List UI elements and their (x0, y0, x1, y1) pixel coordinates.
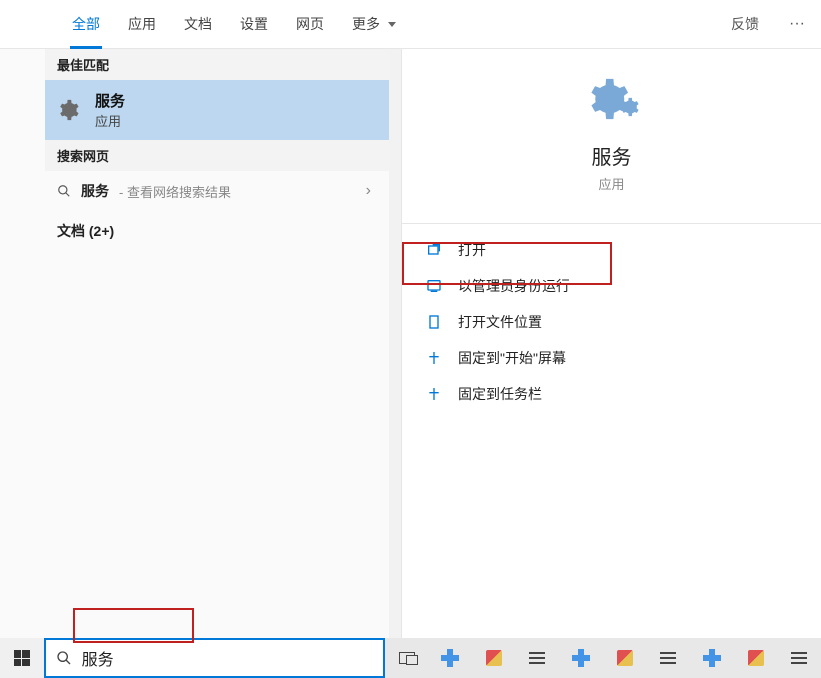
taskbar-app[interactable] (734, 638, 778, 678)
lines-icon (529, 652, 545, 664)
app-icon (748, 650, 764, 666)
web-search-result[interactable]: 服务 - 查看网络搜索结果 › (45, 171, 389, 211)
divider (402, 223, 821, 224)
tab-all[interactable]: 全部 (58, 0, 114, 49)
preview-panel: 服务 应用 打开 以管理员身份运行 打开文件位置 固定到"开始"屏幕 (401, 49, 821, 638)
action-open-label: 打开 (458, 240, 486, 260)
tab-settings[interactable]: 设置 (226, 0, 282, 49)
chevron-right-icon: › (366, 182, 371, 200)
search-input[interactable] (82, 649, 373, 667)
taskbar-app[interactable] (428, 638, 472, 678)
taskbar-app[interactable] (603, 638, 647, 678)
more-options-icon[interactable]: ··· (773, 15, 821, 33)
search-content: 最佳匹配 服务 应用 搜索网页 服务 - 查看网络搜索结果 › 文档 (2+) (0, 49, 821, 638)
results-panel: 最佳匹配 服务 应用 搜索网页 服务 - 查看网络搜索结果 › 文档 (2+) (0, 49, 389, 638)
search-icon (56, 650, 72, 666)
web-term: 服务 (81, 181, 109, 201)
tab-web[interactable]: 网页 (282, 0, 338, 49)
best-match-header: 最佳匹配 (45, 49, 389, 80)
best-match-text: 服务 应用 (95, 90, 125, 130)
open-icon (426, 242, 442, 258)
search-web-header: 搜索网页 (45, 140, 389, 171)
preview-subtitle: 应用 (402, 174, 821, 193)
gear-icon (619, 97, 639, 117)
taskbar-app[interactable] (472, 638, 516, 678)
action-open[interactable]: 打开 (402, 232, 821, 268)
web-suffix: - 查看网络搜索结果 (119, 182, 231, 201)
gear-icon (57, 99, 79, 121)
best-match-result[interactable]: 服务 应用 (45, 80, 389, 140)
task-view-button[interactable] (385, 638, 429, 678)
taskbar-app[interactable] (516, 638, 560, 678)
action-pin-taskbar[interactable]: 固定到任务栏 (402, 376, 821, 412)
action-run-admin[interactable]: 以管理员身份运行 (402, 268, 821, 304)
action-admin-label: 以管理员身份运行 (458, 276, 570, 296)
lines-icon (660, 652, 676, 664)
plus-icon (441, 649, 459, 667)
pin-icon (426, 386, 442, 402)
action-pin-start-label: 固定到"开始"屏幕 (458, 348, 566, 368)
action-location-label: 打开文件位置 (458, 312, 542, 332)
filter-tabs: 全部 应用 文档 设置 网页 更多 反馈 ··· (0, 0, 821, 49)
action-pin-start[interactable]: 固定到"开始"屏幕 (402, 340, 821, 376)
taskbar-app[interactable] (690, 638, 734, 678)
taskbar-app[interactable] (777, 638, 821, 678)
folder-icon (426, 314, 442, 330)
best-match-title: 服务 (95, 90, 125, 111)
tab-docs[interactable]: 文档 (170, 0, 226, 49)
action-open-location[interactable]: 打开文件位置 (402, 304, 821, 340)
chevron-down-icon (388, 22, 396, 27)
app-icon (486, 650, 502, 666)
windows-icon (14, 650, 30, 666)
taskbar (0, 638, 821, 678)
search-icon (57, 184, 71, 198)
admin-icon (426, 278, 442, 294)
plus-icon (703, 649, 721, 667)
tab-more-label: 更多 (352, 16, 380, 32)
taskview-icon (399, 652, 415, 664)
lines-icon (791, 652, 807, 664)
taskbar-search[interactable] (44, 638, 385, 678)
start-button[interactable] (0, 638, 44, 678)
action-pin-taskbar-label: 固定到任务栏 (458, 384, 542, 404)
plus-icon (572, 649, 590, 667)
app-icon (617, 650, 633, 666)
pin-icon (426, 350, 442, 366)
tab-apps[interactable]: 应用 (114, 0, 170, 49)
documents-header[interactable]: 文档 (2+) (45, 211, 389, 251)
preview-app-icon (402, 77, 821, 121)
taskbar-app[interactable] (646, 638, 690, 678)
taskbar-app[interactable] (559, 638, 603, 678)
feedback-link[interactable]: 反馈 (717, 14, 773, 34)
preview-title: 服务 (402, 141, 821, 170)
best-match-subtitle: 应用 (95, 111, 125, 130)
tab-more[interactable]: 更多 (338, 0, 410, 49)
